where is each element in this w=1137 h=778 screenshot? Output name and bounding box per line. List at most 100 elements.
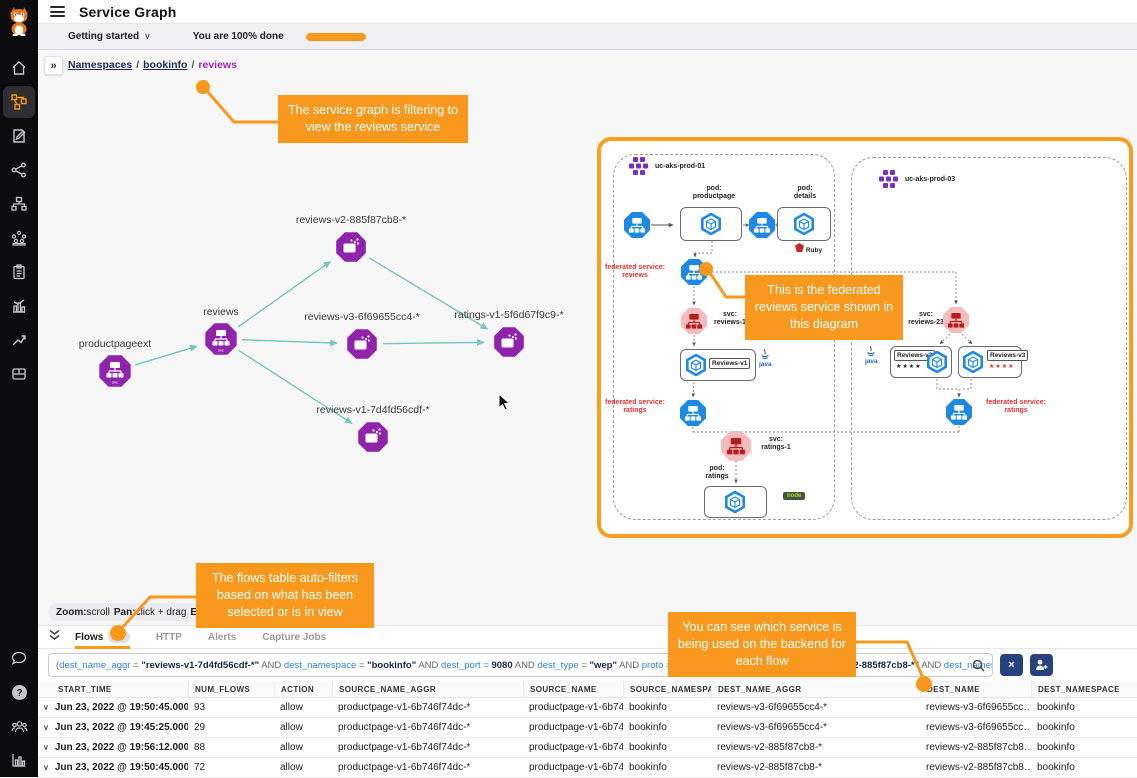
manager-icon[interactable] bbox=[3, 358, 35, 390]
table-cell: reviews-v2-885f87cb8-* bbox=[711, 762, 920, 773]
pod-icon bbox=[700, 213, 722, 235]
table-cell: allow bbox=[274, 702, 332, 713]
compliance-icon[interactable] bbox=[3, 256, 35, 288]
clear-filter-button[interactable]: × bbox=[1000, 654, 1023, 676]
timeline-icon[interactable] bbox=[3, 324, 35, 356]
table-row[interactable]: ∨Jun 23, 2022 @ 19:56:12.00088allowprodu… bbox=[38, 738, 1137, 758]
chat-icon[interactable] bbox=[3, 642, 35, 674]
table-cell: productpage-v1-6b746… bbox=[523, 742, 623, 753]
table-row[interactable]: ∨Jun 23, 2022 @ 19:45:25.00029allowprodu… bbox=[38, 718, 1137, 738]
graph-node-label: reviews-v2-885f87cb8-* bbox=[296, 214, 406, 226]
table-cell: bookinfo bbox=[1031, 742, 1137, 753]
progress-bar bbox=[306, 33, 366, 41]
policies-icon[interactable] bbox=[3, 120, 35, 152]
chevron-down-icon[interactable]: ∨ bbox=[144, 31, 151, 42]
panel-tabbar: Flows20 HTTP Alerts Capture Jobs bbox=[38, 626, 1137, 649]
svc-reviews-1-icon bbox=[681, 308, 707, 334]
flows-table: START_TIMENUM_FLOWSACTIONSOURCE_NAME_AGG… bbox=[38, 681, 1137, 778]
column-header-dest_name[interactable]: DEST_NAME bbox=[920, 681, 1031, 697]
pod-details-label: pod:details bbox=[777, 185, 833, 202]
cluster-icon bbox=[629, 157, 651, 176]
graph-node-productpageext[interactable]: svc bbox=[99, 355, 130, 386]
column-header-source_name_aggr[interactable]: SOURCE_NAME_AGGR bbox=[332, 681, 523, 697]
table-row[interactable]: ∨Jun 23, 2022 @ 19:50:45.00072allowprodu… bbox=[38, 758, 1137, 778]
home-icon[interactable] bbox=[3, 52, 35, 84]
progress-text: You are 100% done bbox=[193, 31, 284, 42]
column-header-num_flows[interactable]: NUM_FLOWS bbox=[188, 681, 274, 697]
table-cell: productpage-v1-6b746f74dc-* bbox=[332, 702, 523, 713]
getting-started-bar: Getting started ∨ You are 100% done bbox=[38, 24, 1137, 50]
pod-productpage-label: pod:productpage bbox=[683, 185, 745, 202]
table-cell: productpage-v1-6b746f74dc-* bbox=[332, 722, 523, 733]
user-filter-button[interactable] bbox=[1030, 654, 1053, 676]
table-cell: reviews-v3-6f69655cc… bbox=[920, 702, 1031, 713]
column-header-dest_namespace[interactable]: DEST_NAMESPACE bbox=[1031, 681, 1137, 697]
federated-reviews-icon bbox=[681, 259, 707, 285]
service-graph-canvas[interactable]: » Namespaces/bookinfo/reviews svcproduct… bbox=[38, 50, 1137, 625]
graph-node-reviews[interactable]: svc bbox=[205, 323, 236, 354]
table-cell: reviews-v3-6f69655cc4-* bbox=[711, 722, 920, 733]
activity-icon[interactable] bbox=[3, 290, 35, 322]
table-cell: reviews-v3-6f69655cc4-* bbox=[711, 702, 920, 713]
java-logo: java bbox=[865, 346, 878, 365]
table-cell: allow bbox=[274, 722, 332, 733]
callout-backend-service: You can see which service is being used … bbox=[668, 612, 856, 677]
svg-text:?: ? bbox=[16, 688, 22, 699]
search-icon[interactable] bbox=[972, 659, 985, 672]
metrics-icon[interactable] bbox=[3, 744, 35, 776]
pod-icon bbox=[962, 351, 984, 373]
tab-alerts[interactable]: Alerts bbox=[208, 626, 236, 649]
callout-federated-service: This is the federated reviews service sh… bbox=[745, 275, 903, 340]
users-icon[interactable] bbox=[3, 710, 35, 742]
svc-ratings-1-label: svc:ratings-1 bbox=[753, 436, 799, 453]
collapse-panel-icon[interactable] bbox=[48, 628, 61, 646]
tab-http[interactable]: HTTP bbox=[156, 626, 182, 649]
clusters-icon[interactable] bbox=[3, 222, 35, 254]
title-bar: Service Graph bbox=[38, 0, 1137, 24]
svc-reviews-23-icon bbox=[943, 307, 969, 333]
graph-edge bbox=[242, 340, 337, 343]
column-header-dest_name_aggr[interactable]: DEST_NAME_AGGR bbox=[711, 681, 920, 697]
table-cell: productpage-v1-6b746… bbox=[523, 722, 623, 733]
graph-node-reviews-v2[interactable] bbox=[336, 232, 366, 262]
column-header-start_time[interactable]: START_TIME bbox=[38, 681, 188, 697]
tab-count-badge: 20 bbox=[108, 631, 129, 643]
calico-logo bbox=[6, 6, 32, 41]
table-cell: 29 bbox=[188, 722, 274, 733]
column-header-source_namespace[interactable]: SOURCE_NAMESPACE bbox=[623, 681, 711, 697]
svc-reviews-23-label: svc:reviews-23 bbox=[905, 311, 947, 328]
table-cell: 93 bbox=[188, 702, 274, 713]
column-header-action[interactable]: ACTION bbox=[274, 681, 332, 697]
menu-icon[interactable] bbox=[50, 6, 65, 17]
table-row[interactable]: ∨Jun 23, 2022 @ 19:50:45.00093allowprodu… bbox=[38, 698, 1137, 718]
row-expand-icon[interactable]: ∨ bbox=[43, 763, 49, 772]
row-expand-icon[interactable]: ∨ bbox=[43, 723, 49, 732]
tab-capture-jobs[interactable]: Capture Jobs bbox=[262, 626, 326, 649]
federated-ratings-label: federated service:ratings bbox=[603, 399, 667, 416]
help-icon[interactable]: ? bbox=[3, 676, 35, 708]
graph-node-reviews-v1[interactable] bbox=[358, 422, 388, 452]
graph-node-reviews-v3[interactable] bbox=[347, 329, 377, 359]
reviews-v3-tag: Reviews-v3 bbox=[987, 350, 1028, 361]
column-header-source_name[interactable]: SOURCE_NAME bbox=[523, 681, 623, 697]
endpoints-icon[interactable] bbox=[3, 188, 35, 220]
row-expand-icon[interactable]: ∨ bbox=[43, 703, 49, 712]
reviews-v3-stars: ★★★★ bbox=[989, 363, 1015, 370]
network-paths-icon[interactable] bbox=[3, 154, 35, 186]
graph-node-ratings-v1[interactable] bbox=[494, 327, 524, 357]
tab-flows[interactable]: Flows20 bbox=[75, 626, 130, 649]
diagram-connectors bbox=[601, 141, 1137, 542]
table-cell: ∨Jun 23, 2022 @ 19:50:45.000 bbox=[38, 702, 188, 713]
service-graph-icon[interactable] bbox=[3, 86, 35, 118]
getting-started-label[interactable]: Getting started bbox=[68, 31, 139, 42]
federated-ratings-icon bbox=[946, 399, 972, 425]
node-badge: node bbox=[783, 492, 805, 500]
federated-ratings-icon bbox=[680, 400, 706, 426]
table-cell: ∨Jun 23, 2022 @ 19:56:12.000 bbox=[38, 742, 188, 753]
graph-edge bbox=[383, 342, 484, 343]
pod-icon bbox=[793, 213, 815, 235]
table-cell: ∨Jun 23, 2022 @ 19:50:45.000 bbox=[38, 762, 188, 773]
row-expand-icon[interactable]: ∨ bbox=[43, 743, 49, 752]
cluster-name: uc-aks-prod-03 bbox=[905, 176, 955, 183]
service-icon bbox=[624, 212, 650, 238]
